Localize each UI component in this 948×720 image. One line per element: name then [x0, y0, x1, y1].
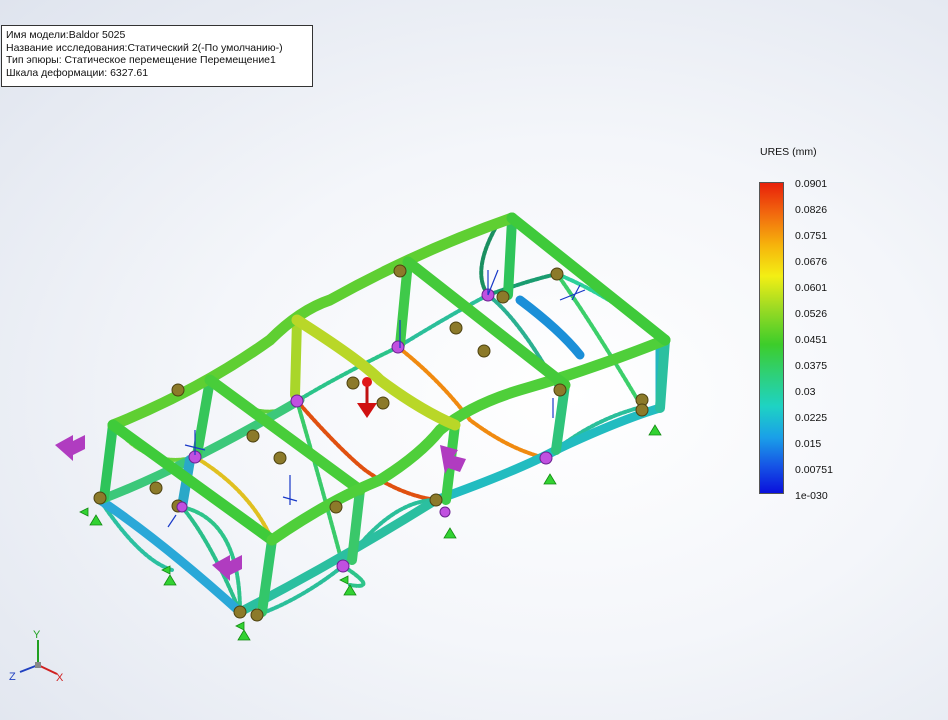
triad-z-label: Z: [9, 671, 16, 683]
legend-tick-label: 1e-030: [795, 490, 828, 502]
legend-tick-label: 0.0901: [795, 178, 828, 190]
force-marker-icon: [357, 377, 377, 418]
legend-tick-label: 0.0225: [795, 412, 828, 424]
legend-tick-label: 0.0375: [795, 360, 828, 372]
triad-y-label: Y: [33, 629, 41, 641]
axis-triad-icon: Y X Z: [9, 629, 64, 684]
legend-tick-label: 0.015: [795, 438, 822, 450]
legend-tick-label: 0.0601: [795, 282, 828, 294]
legend-colorbar: [759, 182, 784, 494]
legend-tick-label: 0.0826: [795, 204, 828, 216]
legend-tick-label: 0.0751: [795, 230, 828, 242]
triad-x-label: X: [56, 672, 64, 684]
legend-tick-label: 0.0526: [795, 308, 828, 320]
legend-tick-label: 0.00751: [795, 464, 833, 476]
legend-title: URES (mm): [760, 146, 817, 158]
legend-tick-label: 0.0451: [795, 334, 828, 346]
legend-tick-label: 0.0676: [795, 256, 828, 268]
legend-tick-label: 0.03: [795, 386, 816, 398]
frame-model[interactable]: [95, 212, 671, 617]
